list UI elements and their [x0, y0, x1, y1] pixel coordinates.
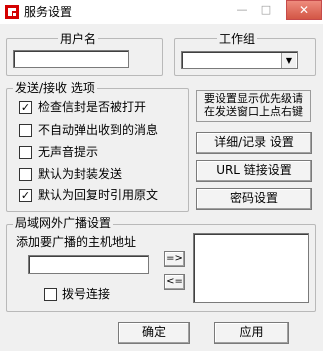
sealed-send-label: 默认为封装发送 — [38, 167, 123, 181]
apply-button[interactable]: 应用 — [214, 322, 289, 344]
chevron-down-icon[interactable]: ▼ — [281, 53, 296, 68]
workgroup-label: 工作组 — [217, 32, 258, 46]
username-label: 用户名 — [58, 32, 99, 46]
ok-button[interactable]: 确定 — [118, 322, 190, 344]
priority-notice-line-1: 要设置显示优先级请 — [204, 92, 303, 105]
app-icon — [4, 4, 20, 20]
broadcast-legend: 局域网外广播设置 — [13, 216, 114, 230]
no-sound-checkbox[interactable] — [19, 146, 32, 159]
minimize-button[interactable]: — — [232, 1, 252, 19]
password-settings-button[interactable]: 密码设置 — [196, 188, 312, 210]
priority-notice: 要设置显示优先级请 在发送窗口上点右键 — [196, 90, 311, 122]
url-link-settings-button[interactable]: URL 链接设置 — [196, 160, 312, 182]
broadcast-host-list[interactable] — [193, 233, 309, 303]
quote-reply-label: 默认为回复时引用原文 — [38, 188, 159, 202]
checkmark-icon: ✓ — [20, 101, 31, 114]
priority-notice-line-2: 在发送窗口上点右键 — [204, 105, 303, 118]
dialup-label: 拨号连接 — [62, 287, 111, 301]
broadcast-host-label: 添加要广播的主机地址 — [16, 235, 137, 249]
username-field[interactable] — [13, 50, 129, 68]
close-button[interactable]: ✕ — [286, 0, 322, 20]
no-popup-checkbox[interactable] — [19, 124, 32, 137]
send-receive-legend: 发送/接收 选项 — [13, 81, 97, 95]
no-popup-label: 不自动弹出收到的消息 — [38, 123, 159, 137]
quote-reply-checkbox[interactable]: ✓ — [19, 189, 32, 202]
dialup-checkbox[interactable] — [44, 288, 57, 301]
no-sound-label: 无声音提示 — [38, 145, 99, 159]
add-host-button[interactable]: => — [164, 251, 185, 267]
broadcast-host-input[interactable] — [28, 255, 149, 274]
details-log-settings-button[interactable]: 详细/记录 设置 — [196, 132, 312, 154]
workgroup-select[interactable]: ▼ — [181, 51, 298, 69]
remove-host-button[interactable]: <= — [164, 274, 185, 290]
check-envelope-label: 检查信封是否被打开 — [38, 100, 147, 114]
sealed-send-checkbox[interactable] — [19, 168, 32, 181]
title-bar: 服务设置 — □ ✕ — [0, 0, 323, 24]
maximize-button[interactable]: □ — [256, 1, 276, 19]
window-title: 服务设置 — [24, 5, 73, 19]
check-envelope-checkbox[interactable]: ✓ — [19, 101, 32, 114]
checkmark-icon: ✓ — [20, 189, 31, 202]
